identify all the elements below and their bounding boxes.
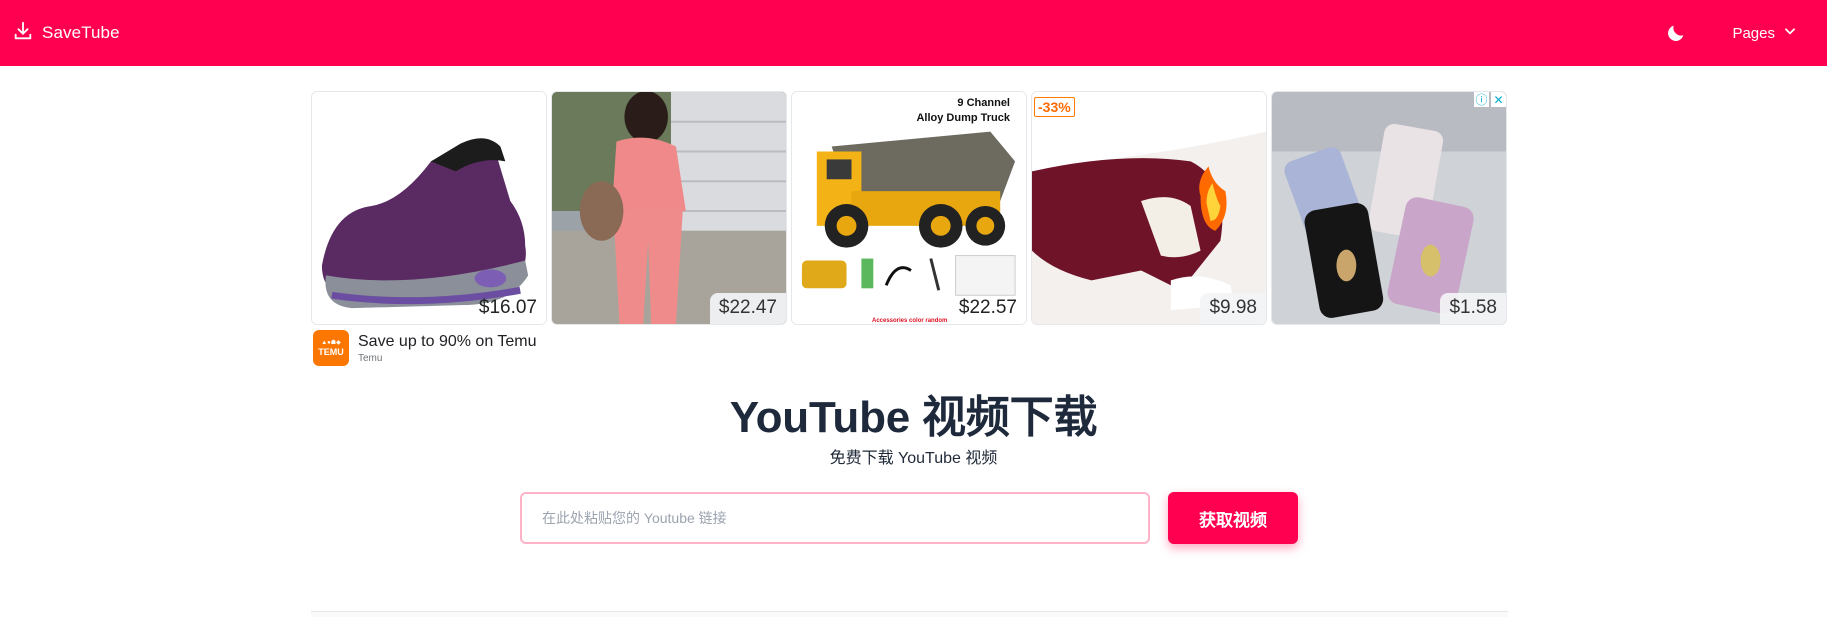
info-icon[interactable]: ⓘ (1474, 92, 1489, 107)
ad-choices[interactable]: ⓘ ✕ (1474, 92, 1506, 107)
ad-product-card[interactable]: $22.47 (551, 91, 787, 325)
second-ad-slot (311, 611, 1508, 617)
ad-price: $22.47 (709, 293, 786, 324)
brand-link[interactable]: SaveTube (12, 20, 120, 47)
moon-icon[interactable] (1664, 21, 1688, 45)
pages-dropdown[interactable]: Pages (1732, 24, 1797, 42)
brand-name: SaveTube (42, 23, 120, 42)
ad-overlay-subtitle: Alloy Dump Truck (916, 112, 1010, 124)
leggings-image (1032, 92, 1266, 324)
ad-title: Save up to 90% on Temu (358, 332, 537, 350)
top-navbar: SaveTube Pages (0, 0, 1827, 66)
temu-ad-banner[interactable]: $16.07 $22.47 9 Channel Alloy Dump Truck… (311, 91, 1508, 367)
ad-advertiser: Temu (358, 352, 383, 364)
close-icon[interactable]: ✕ (1491, 92, 1506, 107)
tracksuit-image (552, 92, 786, 324)
url-input[interactable] (520, 492, 1150, 544)
chevron-down-icon (1783, 24, 1797, 42)
pages-label: Pages (1732, 24, 1775, 42)
ad-price: $22.57 (958, 297, 1017, 318)
shoe-image (312, 92, 546, 324)
ad-product-card[interactable]: -33% $9.98 (1031, 91, 1267, 325)
ad-caption: Accessories color random (872, 318, 948, 324)
get-video-button[interactable]: 获取视频 (1168, 492, 1298, 544)
page-title: YouTube 视频下载 (729, 393, 1098, 442)
page-subtitle: 免费下载 YouTube 视频 (829, 450, 998, 467)
ad-overlay-title: 9 Channel (957, 97, 1010, 109)
search-form: 获取视频 (520, 492, 1298, 544)
ad-product-card[interactable]: ⓘ ✕ $1.58 (1271, 91, 1507, 325)
phone-cases-image (1272, 92, 1506, 324)
discount-badge: -33% (1034, 97, 1075, 117)
hero-section: YouTube 视频下载 免费下载 YouTube 视频 (0, 392, 1827, 468)
ad-price: $16.07 (478, 297, 537, 318)
ad-footer[interactable]: ▲●☗◆ TEMU Save up to 90% on Temu Temu (311, 330, 1508, 366)
ad-product-card[interactable]: 9 Channel Alloy Dump Truck Accessories c… (791, 91, 1027, 325)
ad-product-card[interactable]: $16.07 (311, 91, 547, 325)
temu-logo: ▲●☗◆ TEMU (313, 330, 349, 366)
dump-truck-image (792, 92, 1026, 324)
ad-price: $9.98 (1200, 293, 1266, 324)
download-icon (12, 20, 34, 47)
ad-price: $1.58 (1440, 293, 1506, 324)
